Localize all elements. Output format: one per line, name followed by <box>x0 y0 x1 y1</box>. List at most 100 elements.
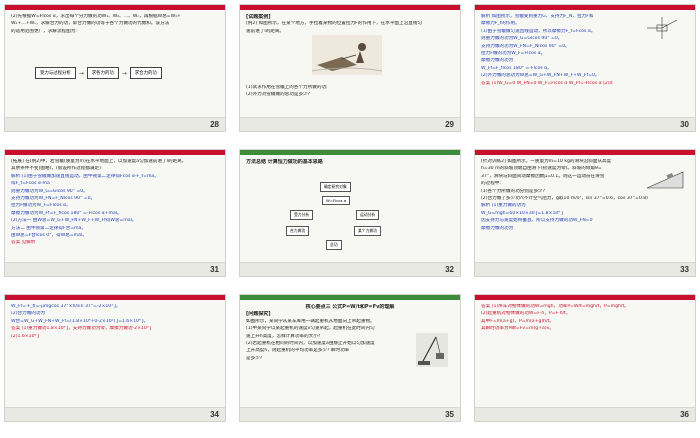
text-line: (2)合力做了多少功?(不计空气阻力，g取10 m/s²，sin 37°=0.6… <box>481 196 648 202</box>
text-line: W₂+…+Wₙ，求解合力的功，即合力做的功等于各个力做功的代数和。该方法 <box>11 21 170 27</box>
slide-header-bar <box>240 5 460 10</box>
text-line: 解析 (1)重力做的功为 <box>481 203 526 209</box>
slide-thumbnail[interactable]: [针对训练2] 如图所示，一质量为m=10 kg的滑块沿斜面从高度 h=30 m… <box>474 149 696 277</box>
tree-node: 总功 <box>326 240 342 250</box>
slide-number: 30 <box>680 120 689 129</box>
tree-node: 受力分析 <box>290 210 314 220</box>
answer-line: 答案 见解析 <box>11 240 36 246</box>
slide-header-bar <box>5 150 225 155</box>
slide-thumbnail[interactable]: 解析 如图所示，雪橇受到重力G、支持力F_N、拉力F和 摩擦力F_f的作用。 (… <box>474 4 696 132</box>
text-line: 支持力做的功为W_FN=F_Nlcos 90° =0。 <box>481 43 570 49</box>
text-line: [拓展] 在(例2)中，若雪橇(质量为m)在水平地面上，以加速度a匀加速前进了l… <box>11 159 187 164</box>
text-line: [例2] 如图所示，在某个地方，手拉着某物的位置拉力F的作用下，在水平面上沿直线… <box>246 21 422 27</box>
slide-header-bar <box>5 5 225 10</box>
text-line: 解析 (1)由于雪橇做加速直线运动，由牛顿第二定律得Fcos α-F_f=ma。 <box>11 173 159 179</box>
slide-content: 方法总结 计算恒力做功的基本思路 <box>246 159 454 166</box>
answer-line: (2)起重机对物体做的功W=F·h，P=F·h/t， <box>481 311 571 317</box>
tree-node: W=Flcos α <box>322 196 351 205</box>
flow-step: 受力与过程分析 <box>35 67 76 79</box>
text-line: (2)方法一 由W总=W_G+W_FN+W_F+W_Ff得W总=mal。 <box>11 218 137 224</box>
text-line: (2)先根据W=Flcos α，求出每个分力做的功W₁、W₂、…、Wₙ，再根据W… <box>11 14 181 19</box>
text-line: 支持力做功为W_FN=F_Nlcos 90° =0。 <box>11 196 96 202</box>
tree-node: 运动分析 <box>356 210 380 220</box>
text-line: 的适用范围更广，求解流程图为: <box>11 28 77 34</box>
text-line: (1)试求作用在雪橇上的各个力所做的功; <box>246 85 328 90</box>
arrow-right-icon: → <box>78 69 84 77</box>
text-line: W合=W_G+W_FN+W_Ff=(1.8×10⁴+0-2×10³) J=1.6… <box>11 318 149 324</box>
answer-line: 答案 (1)吊车对物体做的功W=mgh，功率P=W/t=mgh/t，P=mgh/… <box>481 304 629 309</box>
slide-content: W_Ff=-F_fl=-μmgcos 37°×h/sin 37°=-2×10³ … <box>11 304 219 341</box>
answer-line: 答案 (1)W_G=0 W_FN=0 W_F=Flcos α W_Ff=-Flc… <box>481 80 613 86</box>
answer-line: 其瞬时功率为P瞬=Fv=m(g+a)v。 <box>481 326 554 332</box>
slide-grid: (2)先根据W=Flcos α，求出每个分力做的功W₁、W₂、…、Wₙ，再根据W… <box>0 0 700 438</box>
slide-thumbnail[interactable]: W_Ff=-F_fl=-μmgcos 37°×h/sin 37°=-2×10³ … <box>4 294 226 422</box>
slide-thumbnail[interactable]: (2)先根据W=Flcos α，求出每个分力做的功W₁、W₂、…、Wₙ，再根据W… <box>4 4 226 132</box>
flow-step: 求合力的功 <box>129 67 162 79</box>
crane-illustration <box>416 333 448 367</box>
slide-header-bar <box>240 150 460 155</box>
text-line: [针对训练2] 如图所示，一质量为m=10 kg的滑块沿斜面从高度 <box>481 159 612 164</box>
text-line: 由W总=F合lcos 0°，得W总=mal。 <box>11 233 87 239</box>
slide-number: 28 <box>210 120 219 129</box>
slide-header-bar <box>5 295 225 300</box>
slide-number: 32 <box>445 265 454 274</box>
slide-thumbnail[interactable]: 方法总结 计算恒力做功的基本思路 确定研究对象 W=Flcos α 受力分析 运… <box>239 149 461 277</box>
slide-content: 答案 (1)吊车对物体做的功W=mgh，功率P=W/t=mgh/t，P=mgh/… <box>481 304 689 334</box>
slide-footer: 36 <box>475 407 695 421</box>
slide-header-bar <box>475 5 695 10</box>
text-line: (2)外力对雪橇做的总功是多少? <box>246 92 311 98</box>
slide-thumbnail[interactable]: 核心要点三 公式P=W/t和P=Fv的理解 [问题探究] 如图所示，某同学从某车… <box>239 294 461 422</box>
text-line: W_Ff=F_flcos 180° =-Flcos α。 <box>481 65 552 71</box>
slide-content: [拓展] 在(例2)中，若雪橇(质量为m)在水平地面上，以加速度a匀加速前进了l… <box>11 159 219 248</box>
slide-thumbnail[interactable]: [拓展] 在(例2)中，若雪橇(质量为m)在水平地面上，以加速度a匀加速前进了l… <box>4 149 226 277</box>
slide-number: 35 <box>445 410 454 419</box>
text-line: 因支持力与速度始终垂直，所以支持力做的功W_FN=0 <box>481 218 593 224</box>
text-line: 方法二 由牛顿第二定律得F合=ma。 <box>11 225 86 231</box>
section-heading: [问题探究] <box>246 311 271 318</box>
tree-node: 合力做功 <box>286 226 310 236</box>
incline-diagram <box>646 171 684 189</box>
slide-header-bar <box>240 295 460 300</box>
slide-footer: 33 <box>475 262 695 276</box>
text-line: 其余条件不变(图略)，(假设所作过程都满足) <box>11 166 101 172</box>
text-line: (1)甲某同学以某起重机的速度v匀速吊起，起重机在此时间内匀 <box>246 326 375 332</box>
slide-footer: 29 <box>240 117 460 131</box>
slide-thumbnail[interactable]: [试题案例] [例2] 如图所示，在某个地方，手拉着某物的位置拉力F的作用下，在… <box>239 4 461 132</box>
answer-line: 其中F=m(a+g)，P=m(a+g)h/t。 <box>481 318 555 324</box>
slide-number: 33 <box>680 265 689 274</box>
text-line: W_Ff=-F_fl=-μmgcos 37°×h/sin 37°=-2×10³ … <box>11 304 121 309</box>
text-line: 如图所示，某同学从某车库用一辆起重机从地面向上吊起重物。 <box>246 318 375 324</box>
slide-header-bar <box>475 150 695 155</box>
text-line: (2)合力做的功为 <box>11 311 46 317</box>
slide-number: 29 <box>445 120 454 129</box>
slide-thumbnail[interactable]: 答案 (1)吊车对物体做的功W=mgh，功率P=W/t=mgh/t，P=mgh/… <box>474 294 696 422</box>
tree-node: 某个力做功 <box>354 226 381 236</box>
slide-content: (2)先根据W=Flcos α，求出每个分力做的功W₁、W₂、…、Wₙ，再根据W… <box>11 14 219 36</box>
slide-number: 31 <box>210 265 219 274</box>
answer-line: 答案 (1)重力做功1.8×10⁴ J，支持力做功为零，摩擦力做功-2×10³ … <box>11 326 152 332</box>
flow-chart: 受力与过程分析 → 求各力的功 → 求合力的功 <box>35 67 162 79</box>
slide-footer: 34 <box>5 407 225 421</box>
slide-number: 34 <box>210 410 219 419</box>
text-line: 拉力F做的功为W_F=Flcos α。 <box>481 51 546 57</box>
slide-title: 核心要点三 公式P=W/t和P=Fv的理解 <box>305 304 395 310</box>
text-line: 摩擦力做的功为 <box>481 58 514 64</box>
text-line: 摩擦力做功为W_Ff=F_flcos 180° =-Flcos α+mal。 <box>11 210 122 216</box>
slide-title: 方法总结 计算恒力做功的基本思路 <box>246 159 323 165</box>
slide-header-bar <box>475 295 695 300</box>
slide-footer: 32 <box>240 262 460 276</box>
text-line: 则重力做功为W_G=Glcos 90° =0。 <box>11 188 88 194</box>
slide-number: 36 <box>680 410 689 419</box>
slide-footer: 35 <box>240 407 460 421</box>
arrow-right-icon: → <box>121 69 127 77</box>
slide-footer: 30 <box>475 117 695 131</box>
text-line: W_G=mgh=60×10×30 J=1.8×10⁴ J <box>481 210 563 216</box>
sled-illustration <box>312 35 382 75</box>
slide-content: [试题案例] [例2] 如图所示，在某个地方，手拉着某物的位置拉力F的作用下，在… <box>246 14 454 36</box>
method-tree: 确定研究对象 W=Flcos α 受力分析 运动分析 合力做功 某个力做功 总功 <box>276 180 406 250</box>
slide-questions: (1)试求作用在雪橇上的各个力所做的功; (2)外力对雪橇做的总功是多少? <box>246 85 454 100</box>
flow-step: 求各力的功 <box>86 67 119 79</box>
tree-node: 确定研究对象 <box>320 182 351 192</box>
text-line: 摩擦力做的功为 <box>481 225 514 231</box>
text-line: 得F_f=Fcos α-ma <box>11 181 50 187</box>
